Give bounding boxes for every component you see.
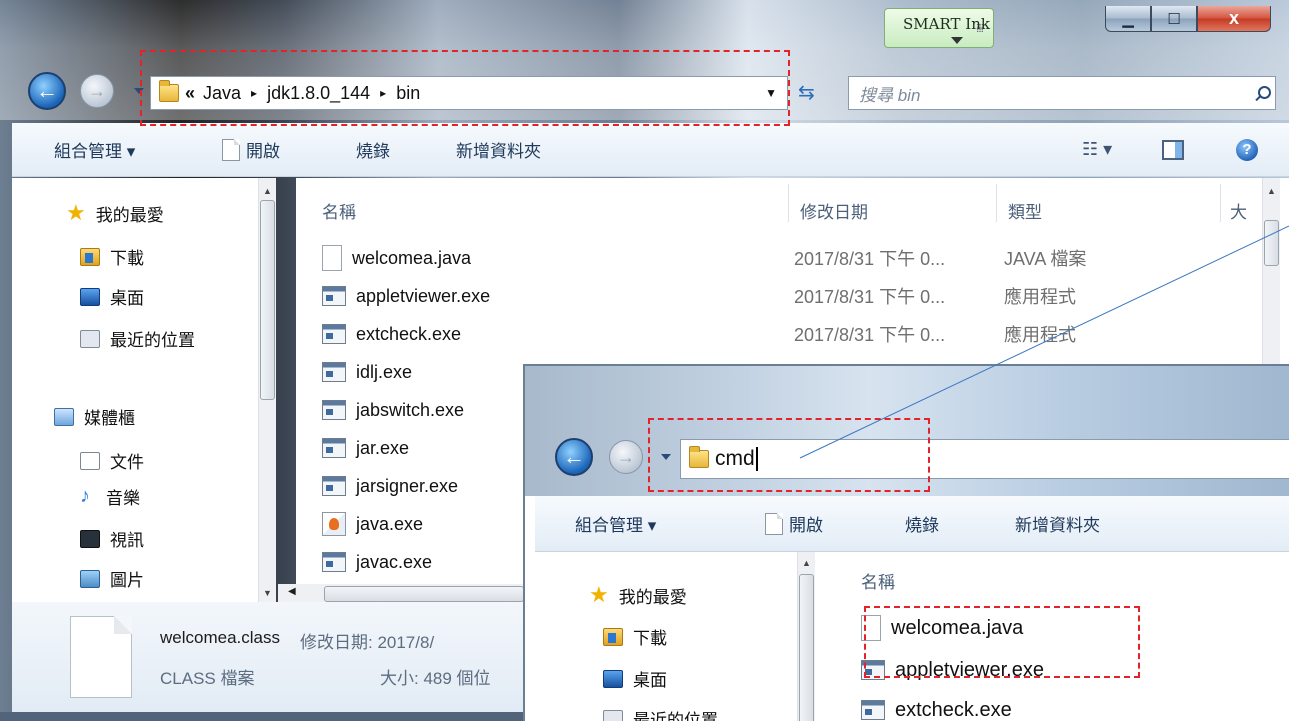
- annotation-pointer-line: [799, 225, 1289, 459]
